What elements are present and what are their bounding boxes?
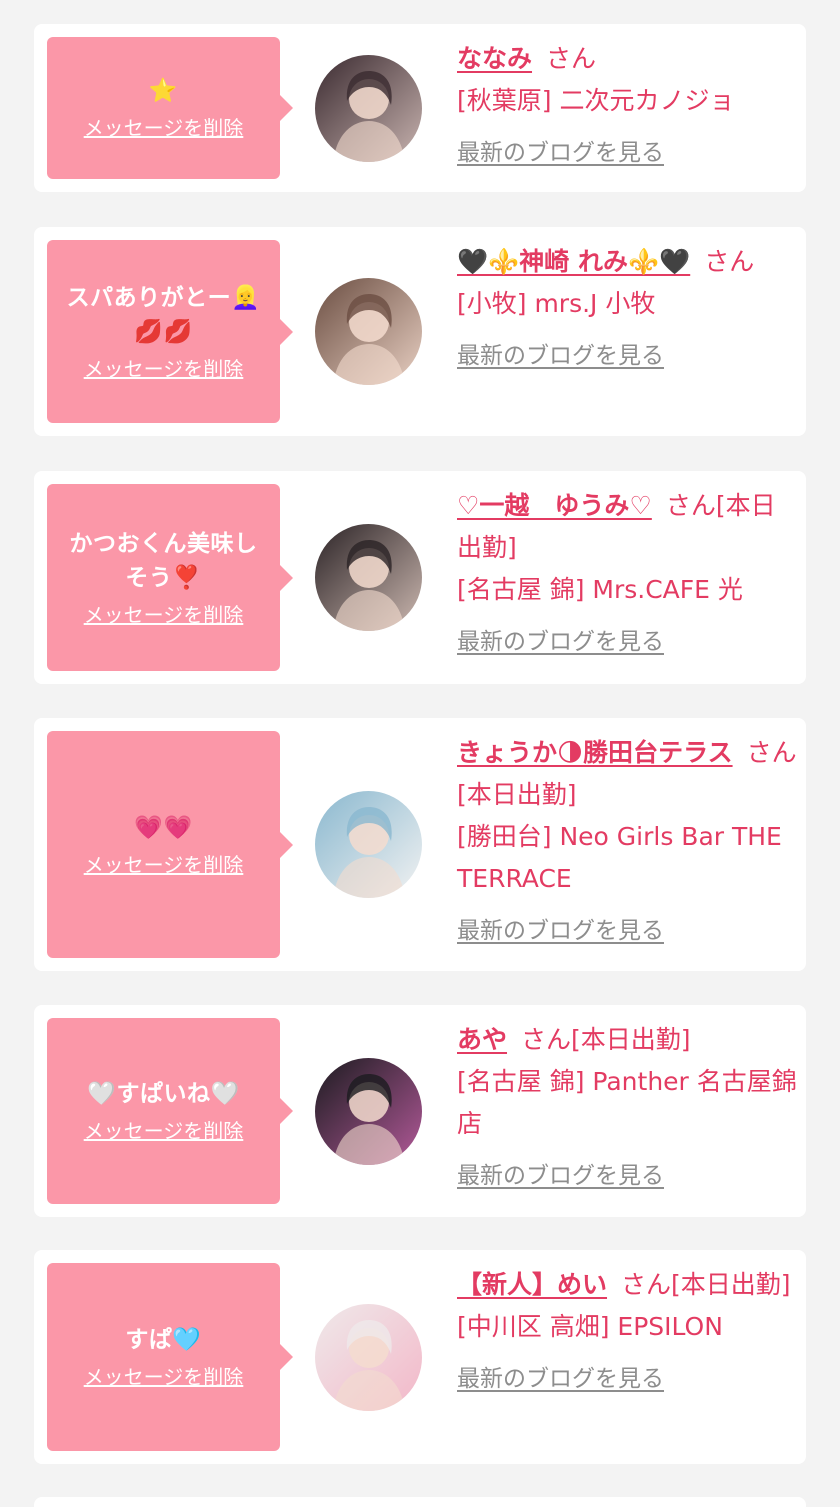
cast-avatar-icon[interactable] [315, 1058, 422, 1165]
delete-message-link[interactable]: メッセージを削除 [84, 1363, 244, 1391]
message-bubble: 🤍すぱいね🤍 メッセージを削除 [47, 1018, 293, 1204]
message-text: ⭐ [148, 78, 179, 104]
message-bubble: ⭐ メッセージを削除 [47, 37, 293, 179]
shop-name: [秋葉原] 二次元カノジョ [457, 86, 735, 115]
delete-message-link[interactable]: メッセージを削除 [84, 1117, 244, 1145]
message-text: すぱ🩵 [125, 1327, 202, 1353]
cast-name-link[interactable]: 【新人】めい [457, 1270, 607, 1299]
cast-info: ♡一越 ゆうみ♡ さん[本日出勤] [名古屋 錦] Mrs.CAFE 光最新のブログ… [457, 485, 797, 659]
delete-message-link[interactable]: メッセージを削除 [84, 355, 244, 383]
cast-info: 🖤⚜️神崎 れみ⚜️🖤 さん [小牧] mrs.J 小牧最新のブログを見る [457, 241, 797, 373]
cast-avatar-icon[interactable] [315, 524, 422, 631]
honorific-status: さん[本日出勤] [521, 1025, 691, 1054]
message-text: 🤍すぱいね🤍 [87, 1081, 240, 1107]
shop-name: [名古屋 錦] Panther 名古屋錦店 [457, 1067, 797, 1138]
message-card: すぱ🩵 メッセージを削除 【新人】めい さん[本日出勤] [中川区 高畑] EPSILO… [34, 1250, 806, 1464]
cast-info: ななみ さん [秋葉原] 二次元カノジョ最新のブログを見る [457, 38, 797, 170]
cast-name-line: きょうか🌗勝田台テラス さん[本日出勤] [457, 732, 797, 816]
latest-blog-link[interactable]: 最新のブログを見る [457, 339, 664, 373]
cast-info: きょうか🌗勝田台テラス さん[本日出勤] [勝田台] Neo Girls Bar T… [457, 732, 797, 948]
honorific-status: さん[本日出勤] [621, 1270, 791, 1299]
cast-info: あや さん[本日出勤] [名古屋 錦] Panther 名古屋錦店最新のブログを見る [457, 1019, 797, 1193]
cast-avatar-icon[interactable] [315, 1304, 422, 1411]
message-bubble: かつおくん美味し そう❣️ メッセージを削除 [47, 484, 293, 671]
message-card: ⭐ メッセージを削除 ななみ さん [秋葉原] 二次元カノジョ最新のブログを見る [34, 24, 806, 192]
cast-info: 【新人】めい さん[本日出勤] [中川区 高畑] EPSILON 最新のブログを見る [457, 1264, 797, 1396]
latest-blog-link[interactable]: 最新のブログを見る [457, 1159, 664, 1193]
message-card: スパありがとー👱‍♀️ 💋💋 メッセージを削除 🖤⚜️神崎 れみ⚜️🖤 さん [小牧] … [34, 227, 806, 436]
cast-name-link[interactable]: ♡一越 ゆうみ♡ [457, 491, 652, 520]
latest-blog-link[interactable]: 最新のブログを見る [457, 1362, 664, 1396]
message-text: 💗💗 [134, 814, 193, 841]
latest-blog-link[interactable]: 最新のブログを見る [457, 914, 664, 948]
cast-name-line: 🖤⚜️神崎 れみ⚜️🖤 さん [457, 241, 797, 283]
message-bubble: 💗💗 メッセージを削除 [47, 731, 293, 958]
honorific-status: さん [546, 44, 597, 73]
shop-name: [勝田台] Neo Girls Bar THE TERRACE [457, 822, 782, 893]
shop-name: [中川区 高畑] EPSILON [457, 1312, 723, 1341]
cast-name-link[interactable]: ななみ [457, 44, 532, 73]
delete-message-link[interactable]: メッセージを削除 [84, 601, 244, 629]
message-bubble: すぱ🩵 メッセージを削除 [47, 1263, 293, 1451]
cast-name-line: ななみ さん [457, 38, 797, 80]
delete-message-link[interactable]: メッセージを削除 [84, 114, 244, 142]
cast-name-line: ♡一越 ゆうみ♡ さん[本日出勤] [457, 485, 797, 569]
cast-name-link[interactable]: あや [457, 1025, 507, 1054]
message-card: かつおくん美味し そう❣️ メッセージを削除 ♡一越 ゆうみ♡ さん[本日出勤] [名古… [34, 471, 806, 684]
message-text: かつおくん美味し そう❣️ [69, 530, 258, 591]
cast-name-line: 【新人】めい さん[本日出勤] [457, 1264, 797, 1306]
cast-avatar-icon[interactable] [315, 278, 422, 385]
cast-name-line: あや さん[本日出勤] [457, 1019, 797, 1061]
message-card: 🤍すぱいね🤍 メッセージを削除 あや さん[本日出勤] [名古屋 錦] Panther … [34, 1005, 806, 1217]
latest-blog-link[interactable]: 最新のブログを見る [457, 136, 664, 170]
shop-name: [名古屋 錦] Mrs.CAFE 光 [457, 575, 743, 604]
message-list: ⭐ メッセージを削除 ななみ さん [秋葉原] 二次元カノジョ 最新のブログを見る スパあり… [0, 0, 840, 1507]
message-text: スパありがとー👱‍♀️ 💋💋 [66, 284, 261, 345]
message-card [34, 1497, 806, 1507]
honorific-status: さん [704, 247, 755, 276]
message-card: 💗💗 メッセージを削除 きょうか🌗勝田台テラス さん[本日出勤] [勝田台] Neo G… [34, 718, 806, 971]
message-bubble: スパありがとー👱‍♀️ 💋💋 メッセージを削除 [47, 240, 293, 423]
cast-avatar-icon[interactable] [315, 791, 422, 898]
shop-name: [小牧] mrs.J 小牧 [457, 289, 656, 318]
cast-name-link[interactable]: 🖤⚜️神崎 れみ⚜️🖤 [457, 247, 690, 276]
cast-name-link[interactable]: きょうか🌗勝田台テラス [457, 738, 733, 767]
latest-blog-link[interactable]: 最新のブログを見る [457, 625, 664, 659]
cast-avatar-icon[interactable] [315, 55, 422, 162]
delete-message-link[interactable]: メッセージを削除 [84, 851, 244, 879]
